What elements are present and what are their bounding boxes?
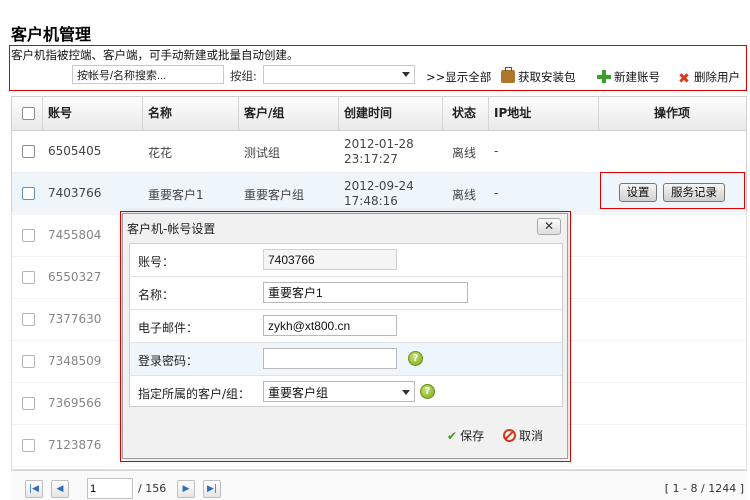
row-date: 2012-09-24: [344, 179, 414, 193]
new-account-label: 新建账号: [614, 70, 660, 84]
delete-icon: ✖: [678, 71, 690, 87]
briefcase-icon: [501, 67, 515, 83]
row-name: 重要客户1: [148, 188, 204, 202]
save-button[interactable]: ✔ 保存: [447, 427, 484, 444]
close-icon[interactable]: ✕: [537, 218, 561, 235]
col-group[interactable]: 客户/组: [244, 97, 284, 130]
group-label: 指定所属的客户/组：: [138, 387, 251, 401]
account-row: 账号：: [130, 244, 562, 277]
prev-page-icon[interactable]: ◀: [51, 480, 69, 498]
dialog-footer: ✔ 保存 取消: [129, 412, 563, 452]
page-total: / 156: [138, 482, 167, 495]
group-filter-label: 按组:: [230, 69, 257, 83]
password-label: 登录密码：: [138, 354, 199, 368]
email-label: 电子邮件：: [138, 321, 199, 335]
service-log-button[interactable]: 服务记录: [663, 183, 725, 202]
row-status: 离线: [452, 188, 477, 202]
row-checkbox[interactable]: [22, 145, 35, 158]
plus-icon: [597, 70, 611, 83]
search-input[interactable]: [72, 65, 224, 84]
row-time: 23:17:27: [344, 152, 398, 166]
name-label: 名称：: [138, 288, 175, 302]
group-filter-select[interactable]: [263, 65, 415, 84]
toolbar-description: 客户机指被控端、客户端，可手动新建或批量自动创建。: [11, 48, 299, 62]
show-all-link[interactable]: >>显示全部: [426, 69, 491, 85]
first-page-icon[interactable]: |◀: [25, 480, 43, 498]
row-account: 7403766: [48, 186, 102, 200]
group-select[interactable]: 重要客户组: [263, 381, 415, 402]
save-label: 保存: [460, 429, 485, 443]
chevron-down-icon: [402, 390, 410, 395]
row-account: 6505405: [48, 144, 102, 158]
password-field[interactable]: [263, 348, 397, 369]
get-installer-button[interactable]: 获取安装包: [501, 67, 576, 85]
password-row: 登录密码： ?: [130, 343, 562, 376]
delete-user-button[interactable]: ✖ 删除用户: [677, 69, 740, 86]
row-date: 2012-01-28: [344, 137, 414, 151]
cancel-label: 取消: [519, 429, 544, 443]
page-number-input[interactable]: [87, 478, 133, 499]
settings-button[interactable]: 设置: [619, 183, 657, 202]
row-ip: -: [494, 144, 499, 158]
help-icon[interactable]: ?: [408, 351, 423, 366]
row-time: 17:48:16: [344, 194, 398, 208]
help-icon[interactable]: ?: [420, 384, 435, 399]
pagination: |◀ ◀ / 156 ▶ ▶| [ 1 - 8 / 1244 ]: [11, 470, 747, 500]
col-ip[interactable]: IP地址: [494, 97, 531, 130]
row-name: 花花: [148, 146, 173, 160]
check-icon: ✔: [447, 429, 458, 443]
col-created[interactable]: 创建时间: [344, 97, 392, 130]
email-row: 电子邮件：: [130, 310, 562, 343]
cancel-icon: [503, 429, 516, 442]
account-settings-dialog: 客户机-帐号设置 ✕ 账号： 名称： 电子邮件： 登录密码： ? 指定所属的客户…: [122, 213, 568, 459]
row-checkbox[interactable]: [22, 187, 35, 200]
record-range: [ 1 - 8 / 1244 ]: [664, 482, 744, 495]
row-group: 重要客户组: [244, 188, 305, 202]
select-all-checkbox[interactable]: [22, 107, 35, 120]
group-row: 指定所属的客户/组： 重要客户组 ?: [130, 376, 562, 409]
col-name[interactable]: 名称: [148, 97, 172, 130]
row-group: 测试组: [244, 146, 281, 160]
table-header: 账号 名称 客户/组 创建时间 状态 IP地址 操作项: [12, 97, 746, 131]
name-row: 名称：: [130, 277, 562, 310]
new-account-button[interactable]: 新建账号: [597, 69, 660, 85]
page-title: 客户机管理: [11, 25, 92, 44]
col-account[interactable]: 账号: [48, 97, 72, 130]
account-label: 账号：: [138, 255, 175, 269]
dialog-title: 客户机-帐号设置: [127, 222, 216, 236]
last-page-icon[interactable]: ▶|: [203, 480, 221, 498]
row-status: 离线: [452, 146, 477, 160]
dialog-form: 账号： 名称： 电子邮件： 登录密码： ? 指定所属的客户/组： 重要客户组 ?: [129, 243, 563, 407]
name-field[interactable]: [263, 282, 468, 303]
get-installer-label: 获取安装包: [518, 70, 576, 84]
table-row[interactable]: 6505405 花花 测试组 2012-01-28 23:17:27 离线 -: [12, 131, 746, 173]
col-status[interactable]: 状态: [452, 97, 476, 130]
email-field[interactable]: [263, 315, 397, 336]
cancel-button[interactable]: 取消: [503, 427, 543, 444]
row-ip: -: [494, 186, 499, 200]
account-field: [263, 249, 397, 270]
row-actions: 设置 服务记录: [600, 172, 745, 209]
col-actions: 操作项: [654, 106, 691, 120]
delete-user-label: 删除用户: [694, 70, 740, 84]
toolbar: 客户机指被控端、客户端，可手动新建或批量自动创建。 按组: >>显示全部 获取安…: [9, 45, 747, 91]
next-page-icon[interactable]: ▶: [177, 480, 195, 498]
group-select-value: 重要客户组: [268, 386, 329, 400]
chevron-down-icon: [402, 72, 410, 77]
